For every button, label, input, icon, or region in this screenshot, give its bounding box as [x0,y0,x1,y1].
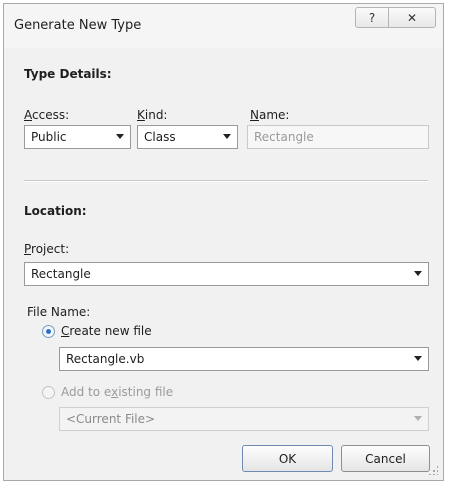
file-name-label: File Name: [27,305,91,319]
new-file-name-value: Rectangle.vb [66,352,145,366]
chevron-down-icon [414,271,422,276]
chevron-down-icon [223,134,231,139]
chevron-down-icon [414,416,422,421]
add-to-existing-file-radio [42,386,55,399]
divider [24,180,428,182]
help-icon: ? [368,10,376,25]
access-label: Access: [24,108,70,122]
new-file-name-combo[interactable]: Rectangle.vb [59,347,429,371]
existing-file-value: <Current File> [66,412,156,426]
cancel-button[interactable]: Cancel [341,445,430,472]
existing-file-combo: <Current File> [59,407,429,431]
create-new-file-radio[interactable] [42,325,55,338]
project-label: Project: [24,242,70,256]
close-icon: ✕ [406,10,418,25]
chevron-down-icon [414,356,422,361]
chevron-down-icon [116,134,124,139]
name-label: Name: [250,108,290,122]
title-bar: Generate New Type ? ✕ [4,4,443,48]
add-to-existing-file-label: Add to existing file [61,385,174,399]
location-heading: Location: [24,204,87,218]
help-button[interactable]: ? [355,7,389,28]
project-value: Rectangle [31,267,91,281]
kind-label: Kind: [137,108,168,122]
project-dropdown[interactable]: Rectangle [24,262,429,286]
type-details-heading: Type Details: [24,67,112,81]
ok-button[interactable]: OK [242,445,333,472]
access-dropdown[interactable]: Public [24,125,131,149]
close-button[interactable]: ✕ [388,7,436,28]
kind-value: Class [144,130,176,144]
generate-new-type-dialog: Generate New Type ? ✕ Type Details: Acce… [3,3,444,481]
kind-dropdown[interactable]: Class [137,125,238,149]
name-field: Rectangle [247,125,429,149]
access-value: Public [31,130,67,144]
create-new-file-label[interactable]: Create new file [61,324,152,338]
dialog-title: Generate New Type [14,18,142,33]
